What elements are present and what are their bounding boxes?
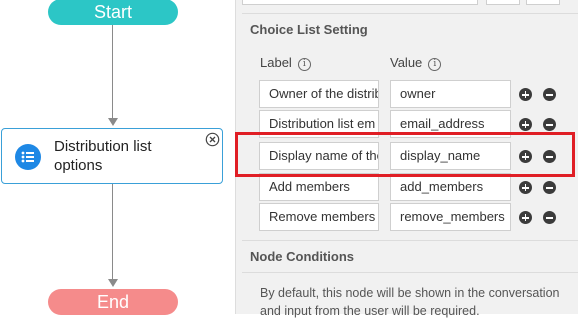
arrow-bottom [108, 279, 118, 287]
choice-label-input[interactable]: Remove members [259, 203, 379, 231]
node-conditions-section-title: Node Conditions [250, 249, 354, 264]
add-row-button[interactable] [519, 88, 532, 101]
top-input-field[interactable] [242, 0, 478, 5]
distribution-list-node[interactable]: Distribution list options [1, 128, 223, 184]
add-row-button[interactable] [519, 181, 532, 194]
choice-value-input[interactable]: add_members [390, 173, 511, 201]
connector-bottom [112, 184, 113, 280]
divider [242, 240, 578, 241]
divider [242, 272, 578, 273]
end-node[interactable]: End [48, 289, 178, 315]
flow-canvas: Start Distribution list options End [0, 0, 235, 315]
remove-row-button[interactable] [543, 211, 556, 224]
connector-top [112, 25, 113, 119]
arrow-top [108, 118, 118, 126]
remove-row-button[interactable] [543, 181, 556, 194]
highlight-box [235, 132, 575, 177]
node-conditions-description: By default, this node will be shown in t… [260, 286, 560, 318]
label-column-header: Label i [260, 55, 311, 71]
top-button-1[interactable] [486, 0, 520, 5]
info-icon[interactable]: i [297, 58, 311, 71]
close-circle-icon[interactable] [205, 132, 220, 147]
list-icon [15, 144, 41, 170]
node-title: Distribution list options [54, 138, 152, 174]
add-row-button[interactable] [519, 118, 532, 131]
start-node[interactable]: Start [48, 0, 178, 25]
value-column-header: Value i [390, 55, 442, 71]
top-button-2[interactable] [526, 0, 560, 5]
value-header-text: Value [390, 55, 423, 70]
choice-label-input[interactable]: Owner of the distrib [259, 80, 379, 108]
remove-row-button[interactable] [543, 118, 556, 131]
info-icon[interactable]: i [428, 58, 442, 71]
choice-value-input[interactable]: owner [390, 80, 511, 108]
divider [242, 13, 578, 14]
choice-label-input[interactable]: Add members [259, 173, 379, 201]
choice-value-input[interactable]: remove_members [390, 203, 511, 231]
label-header-text: Label [260, 55, 292, 70]
add-row-button[interactable] [519, 211, 532, 224]
choice-list-section-title: Choice List Setting [250, 22, 368, 37]
remove-row-button[interactable] [543, 88, 556, 101]
